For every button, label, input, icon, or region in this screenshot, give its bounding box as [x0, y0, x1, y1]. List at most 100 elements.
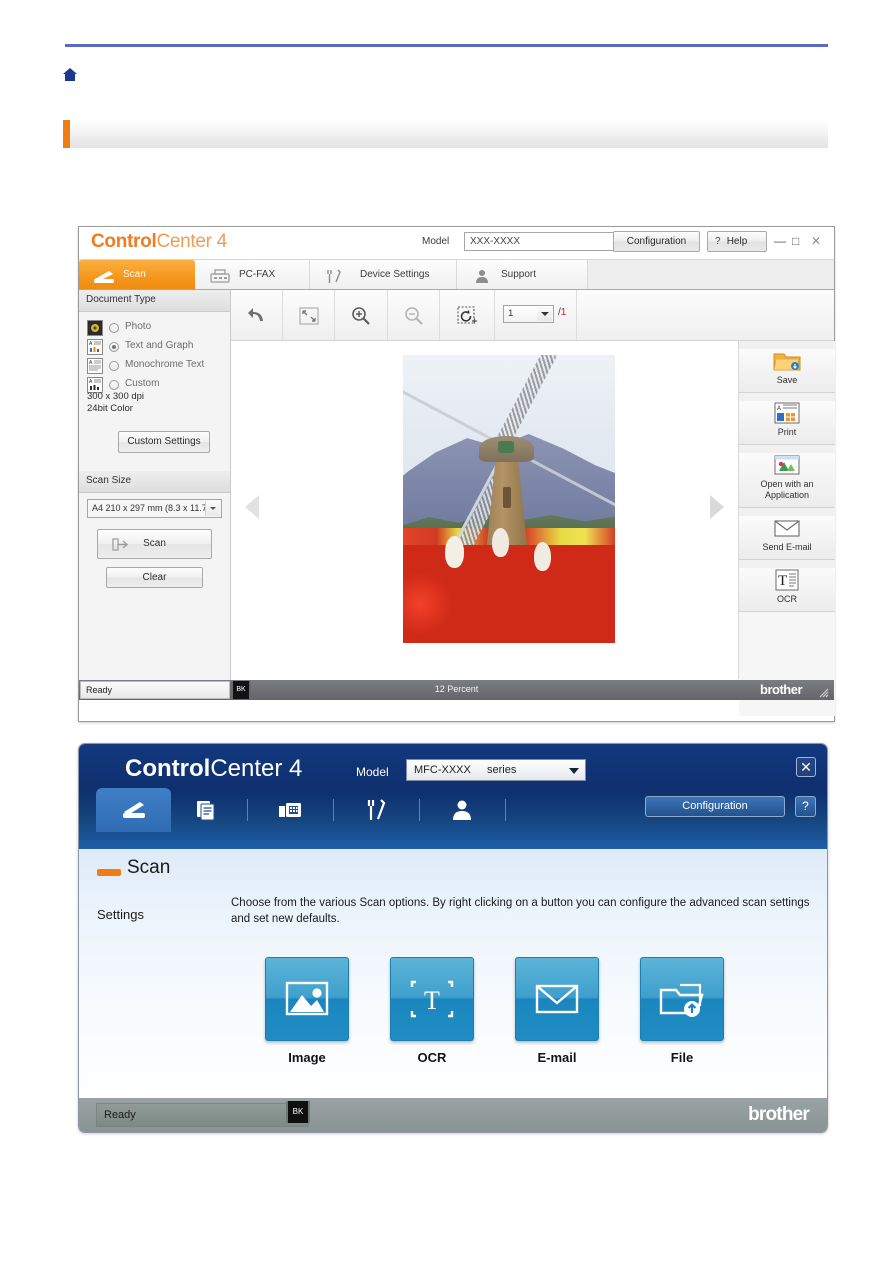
- preview-canvas[interactable]: [231, 341, 739, 679]
- scan-accent-marker: [97, 869, 121, 876]
- envelope-icon: [531, 976, 583, 1022]
- configuration-button[interactable]: Configuration: [645, 796, 785, 817]
- svg-text:A: A: [777, 406, 781, 412]
- tab-scan[interactable]: Scan: [79, 260, 195, 289]
- crop-rotate-button[interactable]: [440, 290, 495, 340]
- close-button[interactable]: ✕: [796, 757, 816, 777]
- text-graph-icon: A: [87, 339, 103, 355]
- image-scan-button[interactable]: Image: [265, 957, 349, 1065]
- option-text-and-graph-label: Text and Graph: [125, 340, 194, 351]
- page-title: Scan: [127, 857, 171, 878]
- chevron-right-icon[interactable]: [710, 495, 724, 519]
- fit-to-window-button[interactable]: [283, 290, 335, 340]
- help-button[interactable]: ?: [795, 796, 816, 817]
- ocr-button-label: OCR: [777, 594, 797, 604]
- image-scan-tile: [265, 957, 349, 1041]
- photo-windmill-door: [502, 487, 512, 508]
- option-photo[interactable]: Photo: [79, 319, 230, 338]
- ocr-text-icon: T: [406, 976, 458, 1022]
- radio-text-and-graph[interactable]: [109, 342, 119, 352]
- print-button[interactable]: A Print: [739, 401, 835, 445]
- app-logo-bold: Control: [91, 231, 157, 252]
- custom-settings-button[interactable]: Custom Settings: [118, 431, 210, 453]
- page-select[interactable]: 1: [503, 305, 554, 323]
- controlcenter4-home-window: ControlCenter 4 Model MFC-XXXX series ✕: [78, 743, 828, 1133]
- svg-text:T: T: [778, 573, 787, 589]
- email-scan-button[interactable]: E-mail: [515, 957, 599, 1065]
- home-status-bar: Ready BK brother: [79, 1098, 827, 1132]
- configuration-button[interactable]: Configuration: [613, 231, 700, 252]
- model-select[interactable]: MFC-XXXX series: [406, 759, 586, 781]
- scanner-icon: [93, 267, 115, 283]
- tab-scan[interactable]: [96, 788, 171, 832]
- photo-white-tulip: [534, 542, 552, 571]
- section-accent-marker: [63, 120, 70, 148]
- close-button[interactable]: ✕: [811, 235, 821, 247]
- tab-device-settings-label: Device Settings: [360, 269, 430, 280]
- ocr-button[interactable]: T OCR: [739, 568, 835, 612]
- undo-button[interactable]: [231, 290, 283, 340]
- tab-separator: [333, 799, 334, 821]
- open-application-icon: [772, 453, 802, 477]
- radio-photo[interactable]: [109, 323, 119, 333]
- zoom-in-button[interactable]: [335, 290, 388, 340]
- scanned-image-preview: [403, 355, 615, 643]
- chevron-down-icon: [205, 501, 220, 516]
- action-bar-spacer: [739, 612, 835, 716]
- crop-rotate-icon: [456, 305, 478, 327]
- send-email-button-label: Send E-mail: [762, 542, 812, 552]
- ocr-scan-button[interactable]: T OCR: [390, 957, 474, 1065]
- tools-icon: [363, 799, 389, 821]
- scan-button-label: Scan: [143, 538, 166, 549]
- advanced-tab-bar: Scan PC-FAX Device Settings Support: [79, 260, 834, 290]
- tab-device-settings[interactable]: [254, 788, 326, 832]
- save-button-label: Save: [776, 375, 798, 385]
- app-logo: ControlCenter 4: [125, 755, 302, 783]
- advanced-status-bar: Ready BK 12 Percent brother: [79, 680, 834, 700]
- open-with-application-button[interactable]: Open with an Application: [739, 453, 835, 508]
- model-label: Model: [356, 765, 389, 779]
- tab-support[interactable]: [426, 788, 498, 832]
- zoom-out-icon: [403, 305, 425, 327]
- radio-monochrome-text[interactable]: [109, 361, 119, 371]
- tab-pc-fax[interactable]: PC-FAX: [195, 260, 310, 289]
- tab-support[interactable]: Support: [457, 260, 588, 289]
- open-with-application-label: Open with an Application: [739, 479, 835, 507]
- send-email-button[interactable]: Send E-mail: [739, 516, 835, 560]
- chevron-left-icon[interactable]: [245, 495, 259, 519]
- tab-tools[interactable]: [340, 788, 412, 832]
- save-button[interactable]: Save: [739, 349, 835, 393]
- tab-separator: [505, 799, 506, 821]
- file-scan-button[interactable]: File: [640, 957, 724, 1065]
- option-text-and-graph[interactable]: A Text and Graph: [79, 338, 230, 357]
- minimize-button[interactable]: —: [774, 235, 786, 247]
- status-state: Ready: [96, 1103, 309, 1127]
- home-icon[interactable]: [62, 68, 78, 82]
- help-button[interactable]: ? Help: [707, 231, 767, 252]
- zoom-in-icon: [350, 305, 372, 327]
- resolution-value: 300 x 300 dpi: [87, 391, 145, 402]
- document-icon: [193, 799, 219, 821]
- clear-button[interactable]: Clear: [106, 567, 203, 588]
- ink-level-indicator: BK: [286, 1101, 310, 1123]
- page-total: /1: [558, 307, 566, 318]
- ocr-icon: T: [772, 568, 802, 592]
- scan-size-select[interactable]: A4 210 x 297 mm (8.3 x 11.7: [87, 499, 222, 518]
- file-scan-tile: [640, 957, 724, 1041]
- option-monochrome-text[interactable]: A Monochrome Text: [79, 357, 230, 376]
- tab-support-label: Support: [501, 269, 537, 280]
- maximize-button[interactable]: □: [792, 235, 799, 247]
- print-button-label: Print: [777, 427, 797, 437]
- tab-pc-fax[interactable]: [171, 788, 241, 832]
- chevron-down-icon: [569, 768, 579, 774]
- scan-button[interactable]: Scan: [97, 529, 212, 559]
- page-selector-cell: 1 /1: [495, 290, 577, 340]
- preview-area: 1 /1 Save A Print Open with an Applicati…: [231, 290, 835, 716]
- resize-grip[interactable]: [817, 685, 829, 698]
- home-header: ControlCenter 4 Model MFC-XXXX series ✕: [79, 744, 827, 849]
- radio-custom[interactable]: [109, 380, 119, 390]
- document-type-group-header: Document Type: [79, 290, 230, 312]
- zoom-out-button[interactable]: [388, 290, 440, 340]
- scanner-icon: [121, 799, 147, 821]
- tab-device-settings[interactable]: Device Settings: [310, 260, 457, 289]
